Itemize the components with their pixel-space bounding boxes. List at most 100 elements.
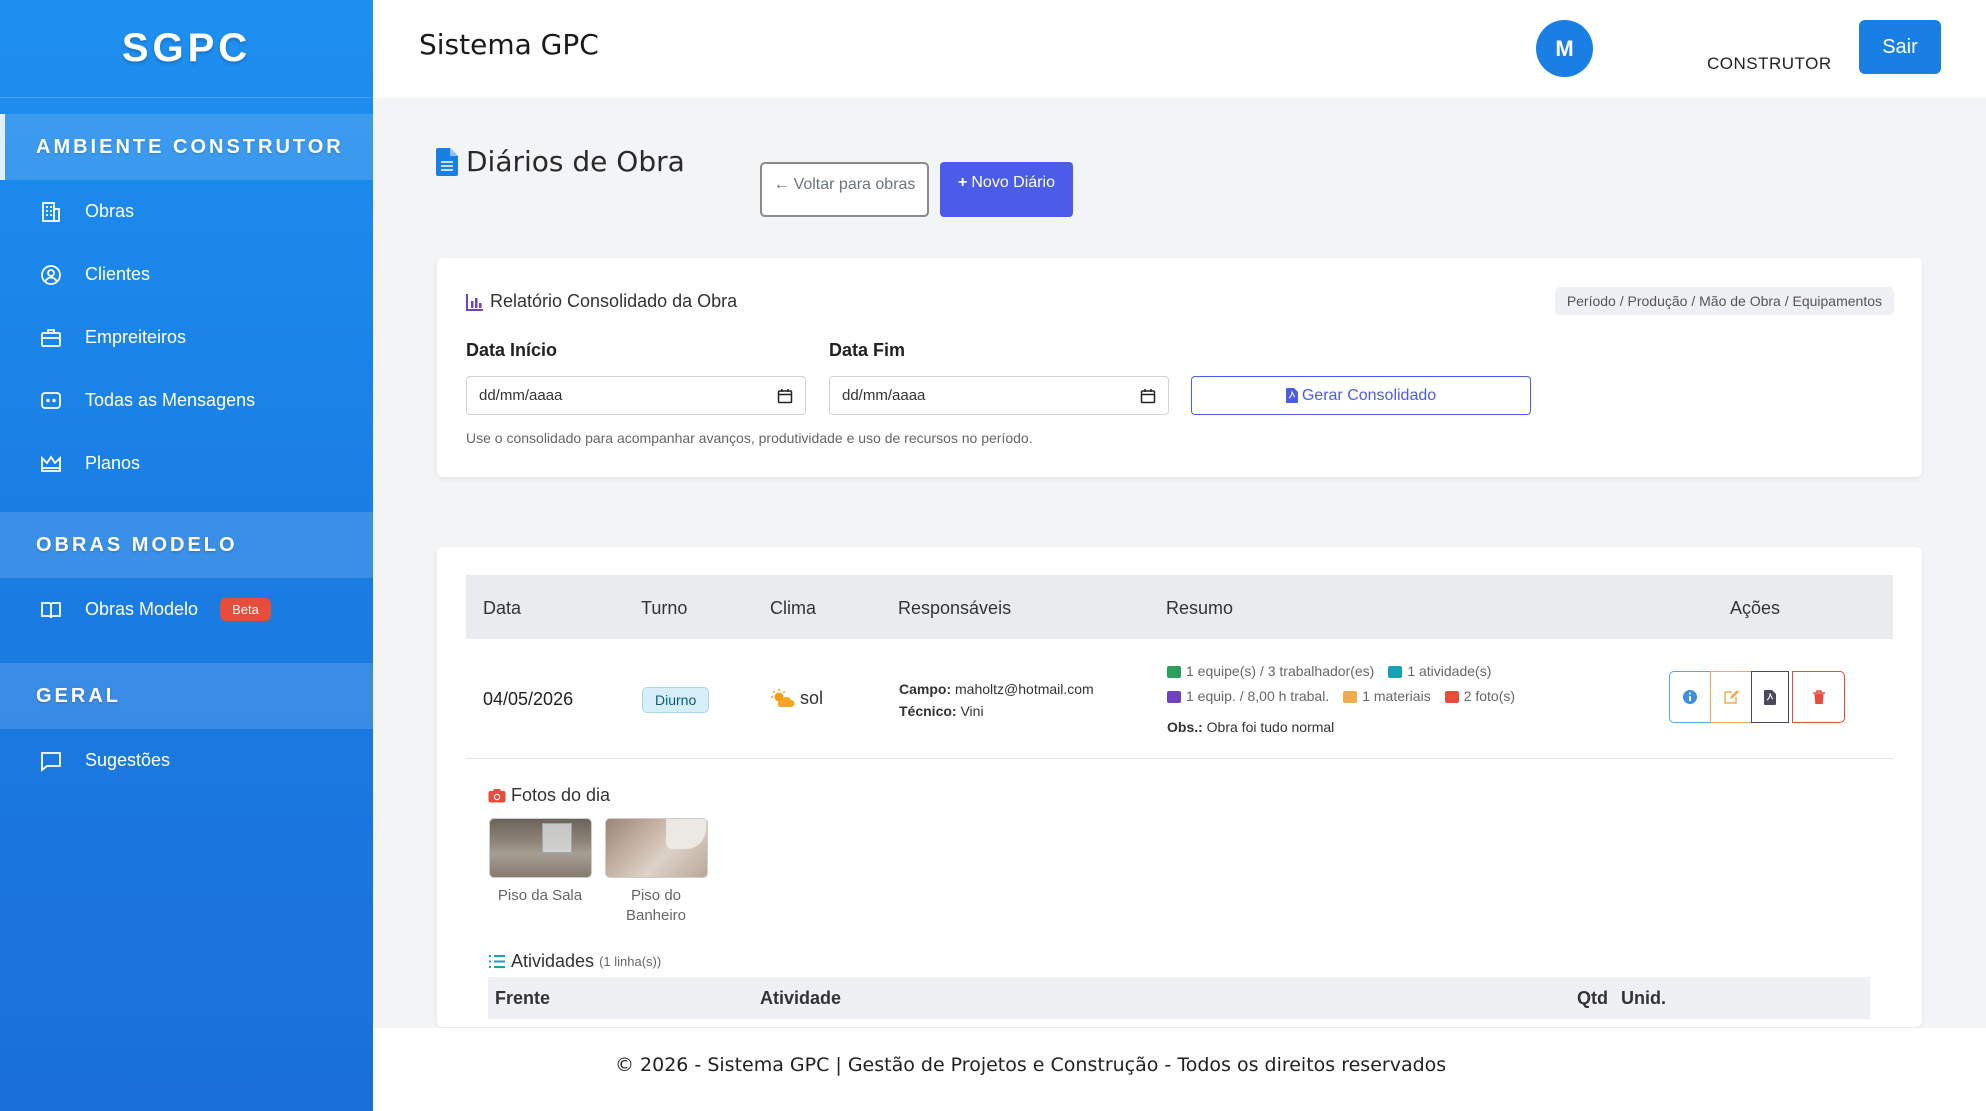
document-icon [436, 147, 458, 176]
section-ambiente-construtor: AMBIENTE CONSTRUTOR [0, 114, 373, 180]
campo-label: Campo: [899, 681, 952, 697]
sidebar-item-label: Obras [85, 201, 135, 221]
boxes-icon [1343, 690, 1358, 703]
sun-cloud-icon [771, 688, 795, 707]
calendar-icon[interactable] [777, 388, 793, 404]
summary-cell: 1 equipe(s) / 3 trabalhador(es) 1 ativid… [1167, 659, 1529, 740]
back-to-obras-button[interactable]: ← Voltar para obras [760, 162, 929, 217]
sidebar-item-mensagens[interactable]: Todas as Mensagens [0, 369, 373, 432]
message-square-icon [38, 748, 64, 774]
file-pdf-icon [1764, 689, 1776, 705]
col-atividade: Atividade [760, 988, 842, 1008]
sidebar-item-label: Sugestões [85, 750, 171, 770]
back-label: Voltar para obras [793, 176, 916, 193]
report-scope-tag: Período / Produção / Mão de Obra / Equip… [1554, 287, 1894, 315]
brand-logo[interactable]: SGPC [0, 0, 373, 98]
col-frente: Frente [495, 988, 551, 1008]
camera-icon [488, 789, 506, 803]
col-turno: Turno [641, 598, 688, 618]
campo-value: maholtz@hotmail.com [955, 681, 1094, 697]
app-title: Sistema GPC [419, 28, 599, 61]
activities-title-text: Atividades [511, 951, 595, 971]
photos-title: Fotos do dia [488, 785, 610, 806]
summary-teams: 1 equipe(s) / 3 trabalhador(es) [1167, 659, 1374, 684]
end-date-input[interactable]: dd/mm/aaaa [829, 376, 1169, 415]
list-icon [1388, 665, 1403, 678]
calendar-icon[interactable] [1140, 388, 1156, 404]
start-date-input[interactable]: dd/mm/aaaa [466, 376, 806, 415]
summary-materials: 1 materiais [1343, 684, 1431, 709]
start-date-placeholder: dd/mm/aaaa [479, 387, 563, 404]
photo-caption: Piso da Sala [497, 887, 583, 904]
sidebar-item-obras-modelo[interactable]: Obras Modelo Beta [0, 578, 373, 641]
users-icon [1167, 665, 1181, 678]
user-role: CONSTRUTOR [1707, 54, 1832, 73]
file-pdf-icon [1285, 388, 1298, 403]
footer-text: © 2026 - Sistema GPC | Gestão de Projeto… [615, 1054, 1447, 1076]
end-date-placeholder: dd/mm/aaaa [842, 387, 926, 404]
info-icon [1683, 690, 1697, 704]
row-date: 04/05/2026 [483, 689, 574, 709]
avatar[interactable]: M [1536, 20, 1593, 77]
report-hint: Use o consolidado para acompanhar avanço… [466, 430, 1033, 446]
col-clima: Clima [770, 598, 817, 618]
summary-photos: 2 foto(s) [1444, 684, 1516, 709]
summary-obs: Obs.: Obra foi tudo normal [1167, 715, 1529, 740]
page-title: Diários de Obra [436, 145, 685, 178]
top-bar: Sistema GPC M CONSTRUTOR Sair [373, 0, 1986, 98]
generate-consolidated-button[interactable]: Gerar Consolidado [1191, 376, 1531, 415]
photo-caption-line2: Banheiro [625, 907, 687, 924]
trash-icon [1812, 690, 1825, 704]
obs-label: Obs.: [1167, 719, 1203, 735]
chart-bar-icon [466, 293, 483, 311]
diaries-table-card: Data Turno Clima Responsáveis Resumo Açõ… [437, 547, 1922, 1027]
photo-thumbnail[interactable] [605, 818, 708, 878]
edit-button[interactable] [1710, 671, 1752, 723]
truck-icon [1167, 690, 1181, 703]
photo-thumbnail[interactable] [489, 818, 592, 878]
tecnico-label: Técnico: [899, 703, 957, 719]
new-label: Novo Diário [971, 174, 1055, 191]
sidebar-item-label: Clientes [85, 264, 151, 284]
summary-equipment-text: 1 equip. / 8,00 h trabal. [1186, 688, 1330, 704]
photos-title-text: Fotos do dia [511, 785, 611, 805]
chat-icon [38, 388, 64, 414]
new-diario-button[interactable]: + Novo Diário [940, 162, 1073, 217]
sidebar-item-planos[interactable]: Planos [0, 432, 373, 495]
camera-icon [1444, 690, 1459, 703]
edit-icon [1724, 690, 1739, 704]
page-title-text: Diários de Obra [466, 145, 685, 178]
row-divider [466, 758, 1893, 759]
sidebar-item-sugestoes[interactable]: Sugestões [0, 729, 373, 792]
section-obras-modelo: OBRAS MODELO [0, 512, 373, 578]
summary-materials-text: 1 materiais [1362, 688, 1431, 704]
delete-button[interactable] [1792, 671, 1845, 723]
photo-caption: Piso do Banheiro [596, 886, 716, 926]
list-icon [489, 955, 505, 968]
book-icon [38, 597, 64, 623]
sidebar: SGPC AMBIENTE CONSTRUTOR Obras Clientes … [0, 0, 373, 1111]
beta-badge: Beta [220, 598, 271, 621]
generate-label: Gerar Consolidado [1301, 386, 1437, 404]
pdf-button[interactable] [1751, 671, 1789, 723]
weather-text: sol [800, 688, 824, 708]
sidebar-item-label: Empreiteiros [85, 327, 187, 347]
sidebar-item-label: Obras Modelo [85, 599, 199, 619]
sidebar-item-clientes[interactable]: Clientes [0, 243, 373, 306]
briefcase-icon [38, 325, 64, 351]
info-button[interactable] [1669, 671, 1711, 723]
logout-button[interactable]: Sair [1859, 20, 1941, 74]
sidebar-item-obras[interactable]: Obras [0, 180, 373, 243]
section-geral: GERAL [0, 663, 373, 729]
arrow-left-icon: ← [773, 176, 790, 193]
building-icon [38, 199, 64, 225]
end-date-label: Data Fim [829, 340, 906, 360]
col-data: Data [483, 598, 522, 618]
summary-photos-text: 2 foto(s) [1463, 688, 1516, 704]
plus-icon: + [958, 174, 968, 191]
crown-icon [38, 451, 64, 477]
responsaveis-cell: Campo: maholtz@hotmail.com Técnico: Vini [899, 678, 1094, 722]
sidebar-item-empreiteiros[interactable]: Empreiteiros [0, 306, 373, 369]
col-unid: Unid. [1621, 988, 1666, 1008]
user-circle-icon [38, 262, 64, 288]
